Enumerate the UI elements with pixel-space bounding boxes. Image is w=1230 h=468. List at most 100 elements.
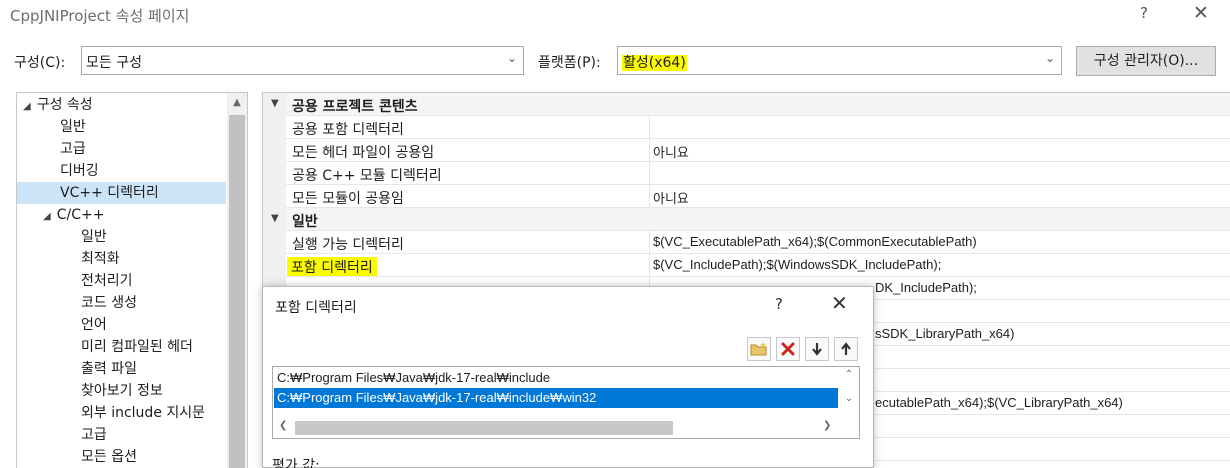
tree-item[interactable]: 일반 xyxy=(17,226,226,248)
window-title: CppJNIProject 속성 페이지 xyxy=(10,7,190,25)
tree-item-label: VC++ 디렉터리 xyxy=(60,185,159,201)
grid-category-row[interactable]: ▼ 공용 프로젝트 콘텐츠 xyxy=(263,93,1230,116)
grid-property-row[interactable]: 공용 포함 디렉터리 xyxy=(263,116,1230,139)
tree-item-label: 고급 xyxy=(81,427,107,443)
tree-item[interactable]: ◢ 구성 속성 xyxy=(17,94,226,116)
grid-category-row[interactable]: ▼ 일반 xyxy=(263,208,1230,231)
property-value[interactable]: 아니요 xyxy=(653,188,689,207)
tree-item[interactable]: 최적화 xyxy=(17,248,226,270)
scroll-right-icon[interactable]: ❯ xyxy=(823,420,831,431)
tree-item-label: 전처리기 xyxy=(81,273,133,289)
property-value[interactable]: 아니요 xyxy=(653,142,689,161)
include-directories-dialog: 포함 디렉터리 ? ✕ C:₩Program Files₩Java₩jdk-17… xyxy=(262,286,874,468)
tree-item[interactable]: 고급 xyxy=(17,138,226,160)
include-path-item[interactable]: C:₩Program Files₩Java₩jdk-17-real₩includ… xyxy=(274,388,838,408)
platform-dropdown[interactable]: 활성(x64) ⌄ xyxy=(617,46,1062,75)
tree-item-label: 찾아보기 정보 xyxy=(81,383,163,399)
expand-triangle-icon[interactable]: ◢ xyxy=(23,101,31,112)
collapse-chevron-icon[interactable]: ▼ xyxy=(271,98,279,109)
scroll-down-icon[interactable]: ⌄ xyxy=(839,393,859,404)
tree-item[interactable]: 출력 파일 xyxy=(17,358,226,380)
tree-item[interactable]: 미리 컴파일된 헤더 xyxy=(17,336,226,358)
property-name: 일반 xyxy=(292,214,318,230)
move-up-icon[interactable] xyxy=(834,337,858,361)
scroll-thumb[interactable] xyxy=(229,115,245,468)
scroll-up-icon[interactable]: ⌃ xyxy=(839,369,859,380)
tree-item-label: 최적화 xyxy=(81,251,120,267)
scroll-up-icon[interactable]: ▲ xyxy=(227,93,247,113)
delete-icon[interactable] xyxy=(776,337,800,361)
tree-item-label: 미리 컴파일된 헤더 xyxy=(81,339,193,355)
chevron-down-icon: ⌄ xyxy=(1044,51,1055,65)
column-divider xyxy=(649,231,650,254)
scroll-thumb[interactable] xyxy=(295,421,673,435)
config-label: 구성(C): xyxy=(14,55,66,71)
category-background xyxy=(286,93,1230,116)
new-folder-icon[interactable] xyxy=(747,337,771,361)
property-value[interactable]: ecutablePath_x64);$(VC_LibraryPath_x64) xyxy=(875,395,1123,410)
grid-property-row[interactable]: 모든 헤더 파일이 공용임 아니요 xyxy=(263,139,1230,162)
evaluated-value-label: 평가 값: xyxy=(272,458,320,468)
dialog-close-button[interactable]: ✕ xyxy=(831,291,848,315)
tree-item[interactable]: VC++ 디렉터리 xyxy=(17,182,226,204)
row-gutter xyxy=(263,116,286,139)
tree-item-label: 모든 옵션 xyxy=(81,449,137,465)
include-path-list[interactable]: C:₩Program Files₩Java₩jdk-17-real₩includ… xyxy=(272,366,860,439)
property-name: 포함 디렉터리 xyxy=(287,257,377,277)
property-name: 모든 모듈이 공용임 xyxy=(292,191,404,207)
tree-item-label: 일반 xyxy=(60,119,86,135)
tree-item-label: 코드 생성 xyxy=(81,295,137,311)
dialog-help-button[interactable]: ? xyxy=(775,295,783,313)
close-button[interactable]: ✕ xyxy=(1190,2,1212,24)
config-dropdown[interactable]: 모든 구성 ⌄ xyxy=(81,46,524,75)
tree-item[interactable]: 찾아보기 정보 xyxy=(17,380,226,402)
config-value: 모든 구성 xyxy=(86,55,142,71)
tree-item-label: 고급 xyxy=(60,141,86,157)
property-value[interactable]: sSDK_LibraryPath_x64) xyxy=(875,326,1014,341)
move-down-icon[interactable] xyxy=(805,337,829,361)
collapse-chevron-icon[interactable]: ▼ xyxy=(271,213,279,224)
row-gutter xyxy=(263,231,286,254)
grid-property-row[interactable]: 모든 모듈이 공용임 아니요 xyxy=(263,185,1230,208)
property-value[interactable]: DK_IncludePath); xyxy=(875,280,977,295)
dialog-title: 포함 디렉터리 xyxy=(275,300,357,316)
tree-item[interactable]: 외부 include 지시문 xyxy=(17,402,226,424)
grid-property-row[interactable]: 실행 가능 디렉터리 $(VC_ExecutablePath_x64);$(Com… xyxy=(263,231,1230,254)
platform-value: 활성(x64) xyxy=(622,55,687,71)
column-divider xyxy=(649,139,650,162)
tree-item-label: 구성 속성 xyxy=(36,97,93,113)
tree-item[interactable]: 일반 xyxy=(17,116,226,138)
include-path-item[interactable]: C:₩Program Files₩Java₩jdk-17-real₩includ… xyxy=(274,368,838,388)
grid-property-row[interactable]: 공용 C++ 모듈 디렉터리 xyxy=(263,162,1230,185)
scroll-left-icon[interactable]: ❮ xyxy=(279,420,287,431)
tree-item-label: C/C++ xyxy=(56,207,105,223)
property-name: 공용 프로젝트 콘텐츠 xyxy=(292,99,418,115)
list-vertical-scrollbar[interactable]: ⌃ ⌄ xyxy=(839,367,859,420)
tree-item[interactable]: 디버깅 xyxy=(17,160,226,182)
row-gutter xyxy=(263,139,286,162)
tree-item[interactable]: 모든 옵션 xyxy=(17,446,226,468)
row-gutter xyxy=(263,162,286,185)
tree-item-label: 일반 xyxy=(81,229,107,245)
property-name: 실행 가능 디렉터리 xyxy=(292,237,404,253)
row-gutter xyxy=(263,185,286,208)
list-horizontal-scrollbar[interactable]: ❮ ❯ xyxy=(273,418,841,438)
property-name: 공용 C++ 모듈 디렉터리 xyxy=(292,168,442,184)
tree-item[interactable]: 코드 생성 xyxy=(17,292,226,314)
tree-scrollbar[interactable]: ▲ xyxy=(227,93,247,468)
platform-label: 플랫폼(P): xyxy=(538,55,601,71)
expand-triangle-icon[interactable]: ◢ xyxy=(43,211,51,222)
help-button[interactable]: ? xyxy=(1134,4,1154,22)
title-bar: CppJNIProject 속성 페이지 ? ✕ xyxy=(0,0,1230,30)
tree-item[interactable]: ◢ C/C++ xyxy=(17,204,226,226)
tree-item[interactable]: 전처리기 xyxy=(17,270,226,292)
property-value[interactable]: $(VC_IncludePath);$(WindowsSDK_IncludePa… xyxy=(653,257,941,272)
grid-property-row[interactable]: 포함 디렉터리 $(VC_IncludePath);$(WindowsSDK_In… xyxy=(263,254,1230,277)
property-name: 공용 포함 디렉터리 xyxy=(292,122,404,138)
config-manager-button[interactable]: 구성 관리자(O)... xyxy=(1076,46,1216,76)
tree-item[interactable]: 고급 xyxy=(17,424,226,446)
property-tree[interactable]: ◢ 구성 속성 일반 고급 디버깅 VC++ 디렉터리 ◢ C/C++ 일반 최적화 전처리기 코드 … xyxy=(16,92,248,468)
property-value[interactable]: $(VC_ExecutablePath_x64);$(CommonExecuta… xyxy=(653,234,977,249)
tree-item-label: 출력 파일 xyxy=(81,361,137,377)
tree-item[interactable]: 언어 xyxy=(17,314,226,336)
